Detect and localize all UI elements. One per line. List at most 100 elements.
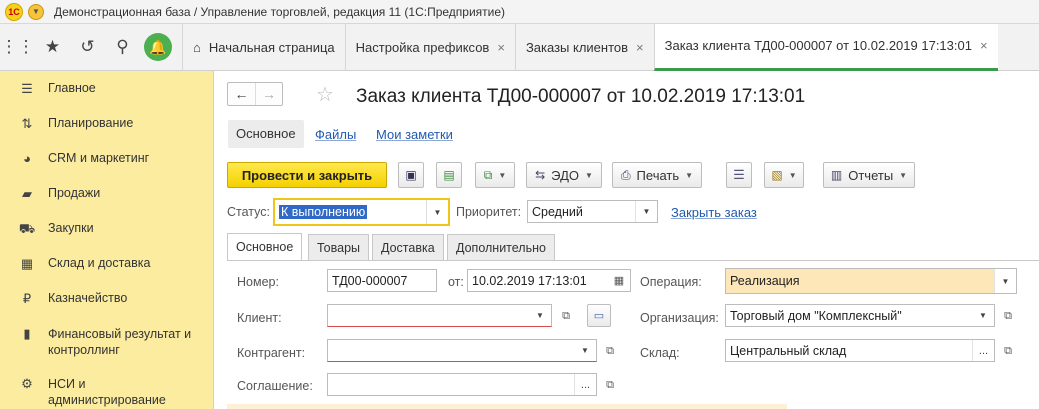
sidebar-item-main[interactable]: ☰ Главное [0,81,102,97]
open-agreement-icon[interactable]: ⧉ [600,375,620,395]
sidebar-item-label: Главное [48,81,96,95]
close-icon[interactable]: × [636,40,644,55]
more-icon[interactable]: ... [574,374,596,395]
favorites-star-icon[interactable]: ★ [35,24,70,71]
chevron-down-icon[interactable]: ▼ [994,269,1016,293]
favorite-star-icon[interactable]: ☆ [316,82,334,107]
client-select[interactable]: ▼ [327,304,552,327]
tab-delivery[interactable]: Доставка [372,234,444,260]
pie-chart-icon: ◕ [23,151,31,166]
app-logo-icon: 1С [5,2,23,21]
calendar-icon[interactable]: ▦ [608,270,630,291]
edo-button[interactable]: ⇆ ЭДО ▼ [526,162,602,188]
client-card-icon: ▭ [593,310,605,322]
close-icon[interactable]: × [497,40,505,55]
sidebar-item-admin[interactable]: ⚙ НСИ и администрирование [0,376,214,408]
tab-label: Начальная страница [208,39,335,55]
number-field[interactable]: ТД00-000007 [327,269,437,292]
sidebar-item-label: Планирование [48,116,134,130]
list-icon: ☰ [733,167,745,182]
subtab-main[interactable]: Основное [228,120,304,148]
counterparty-select[interactable]: ▼ [327,339,597,362]
close-icon[interactable]: × [980,38,988,53]
chevron-down-icon[interactable]: ▼ [574,340,596,361]
status-label: Статус: [227,205,270,219]
reports-button[interactable]: ▥ Отчеты ▼ [823,162,915,188]
warehouse-icon: ▦ [20,256,34,271]
post-and-close-button[interactable]: Провести и закрыть [227,162,387,188]
history-icon[interactable]: ↺ [70,24,105,71]
sidebar-item-treasury[interactable]: ₽ Казначейство [0,291,133,307]
create-based-icon: ⧉ [483,167,493,182]
sidebar-item-purchases[interactable]: ⛟ Закупки [0,221,100,239]
chevron-down-icon: ▼ [584,170,593,180]
chevron-down-icon[interactable]: ▼ [529,305,551,326]
status-select[interactable]: К выполнению ▼ [273,198,450,226]
open-counterparty-icon[interactable]: ⧉ [600,341,620,361]
tab-customer-order-active[interactable]: Заказ клиента ТД00-000007 от 10.02.2019 … [653,23,998,71]
sidebar-item-label: Склад и доставка [48,256,151,270]
operation-select[interactable]: Реализация ▼ [725,268,1017,294]
cart-icon: ⛟ [18,221,36,236]
order-form: ← → ☆ Заказ клиента ТД00-000007 от 10.02… [214,71,1039,409]
notifications-bell-icon[interactable]: 🔔 [144,33,172,61]
subtab-files[interactable]: Файлы [315,127,356,142]
chevron-down-icon: ▼ [498,170,507,180]
print-button[interactable]: ⎙ Печать ▼ [612,162,702,188]
sidebar-item-label: Продажи [48,186,101,200]
organization-select[interactable]: Торговый дом "Комплексный" ▼ [725,304,995,327]
warehouse-select[interactable]: Центральный склад ... [725,339,995,362]
sidebar-item-planning[interactable]: ⇅ Планирование [0,116,139,132]
structure-button[interactable]: ☰ [726,162,752,188]
chevron-down-icon[interactable]: ▼ [972,305,994,326]
search-icon[interactable]: ⚲ [105,24,140,71]
post-button[interactable]: ▤ [436,162,462,188]
warehouse-value: Центральный склад [730,343,847,358]
close-order-link[interactable]: Закрыть заказ [671,205,757,220]
open-warehouse-icon[interactable]: ⧉ [998,341,1018,361]
report-icon: ▥ [830,168,843,182]
agreement-select[interactable]: ... [327,373,597,396]
tab-label: Заказы клиентов [525,39,629,55]
open-client-icon[interactable]: ⧉ [556,306,576,326]
tab-main[interactable]: Основное [227,233,303,260]
tab-additional[interactable]: Дополнительно [447,234,555,260]
attachments-button[interactable]: ▧ ▼ [764,162,804,188]
sections-sidebar: ☰ Главное ⇅ Планирование ◕ CRM и маркети… [0,71,214,409]
floppy-disk-icon: ▣ [405,168,417,182]
attachment-icon: ▧ [771,168,783,182]
tab-customer-orders[interactable]: Заказы клиентов × [514,23,654,71]
chevron-down-icon[interactable]: ▼ [426,200,448,224]
edo-label: ЭДО [551,167,579,183]
priority-value: Средний [532,204,583,219]
reports-label: Отчеты [848,167,894,183]
counterparty-label: Контрагент: [237,346,306,360]
main-menu-dropdown-icon[interactable]: ▼ [28,3,44,20]
sidebar-item-label: CRM и маркетинг [48,151,150,165]
sidebar-item-financial-result[interactable]: ▮ Финансовый результат и контроллинг [0,326,214,358]
priority-label: Приоритет: [456,205,522,219]
chevron-down-icon[interactable]: ▼ [635,201,657,222]
forward-arrow-icon[interactable]: → [255,83,282,105]
date-field[interactable]: 10.02.2019 17:13:01 ▦ [467,269,631,292]
chevron-down-icon: ▼ [788,170,797,180]
priority-select[interactable]: Средний ▼ [527,200,658,223]
tab-goods[interactable]: Товары [308,234,369,260]
sidebar-item-sales[interactable]: ▰ Продажи [0,186,106,202]
sidebar-item-crm[interactable]: ◕ CRM и маркетинг [0,151,155,166]
apps-grid-icon[interactable]: ⋮⋮ [0,24,35,71]
window-titlebar: 1С ▼ Демонстрационная база / Управление … [0,0,1039,24]
open-organization-icon[interactable]: ⧉ [998,306,1018,326]
subtab-notes[interactable]: Мои заметки [376,127,453,142]
more-icon[interactable]: ... [972,340,994,361]
sidebar-item-warehouse[interactable]: ▦ Склад и доставка [0,256,156,272]
create-based-on-button[interactable]: ⧉ ▼ [475,162,515,188]
save-button[interactable]: ▣ [398,162,424,188]
printer-icon: ⎙ [620,167,631,182]
back-arrow-icon[interactable]: ← [228,83,255,105]
tab-prefix-settings[interactable]: Настройка префиксов × [344,23,515,71]
client-label: Клиент: [237,311,282,325]
date-label: от: [448,275,464,289]
client-card-button[interactable]: ▭ [587,304,611,327]
tab-home[interactable]: ⌂ Начальная страница [182,23,345,71]
